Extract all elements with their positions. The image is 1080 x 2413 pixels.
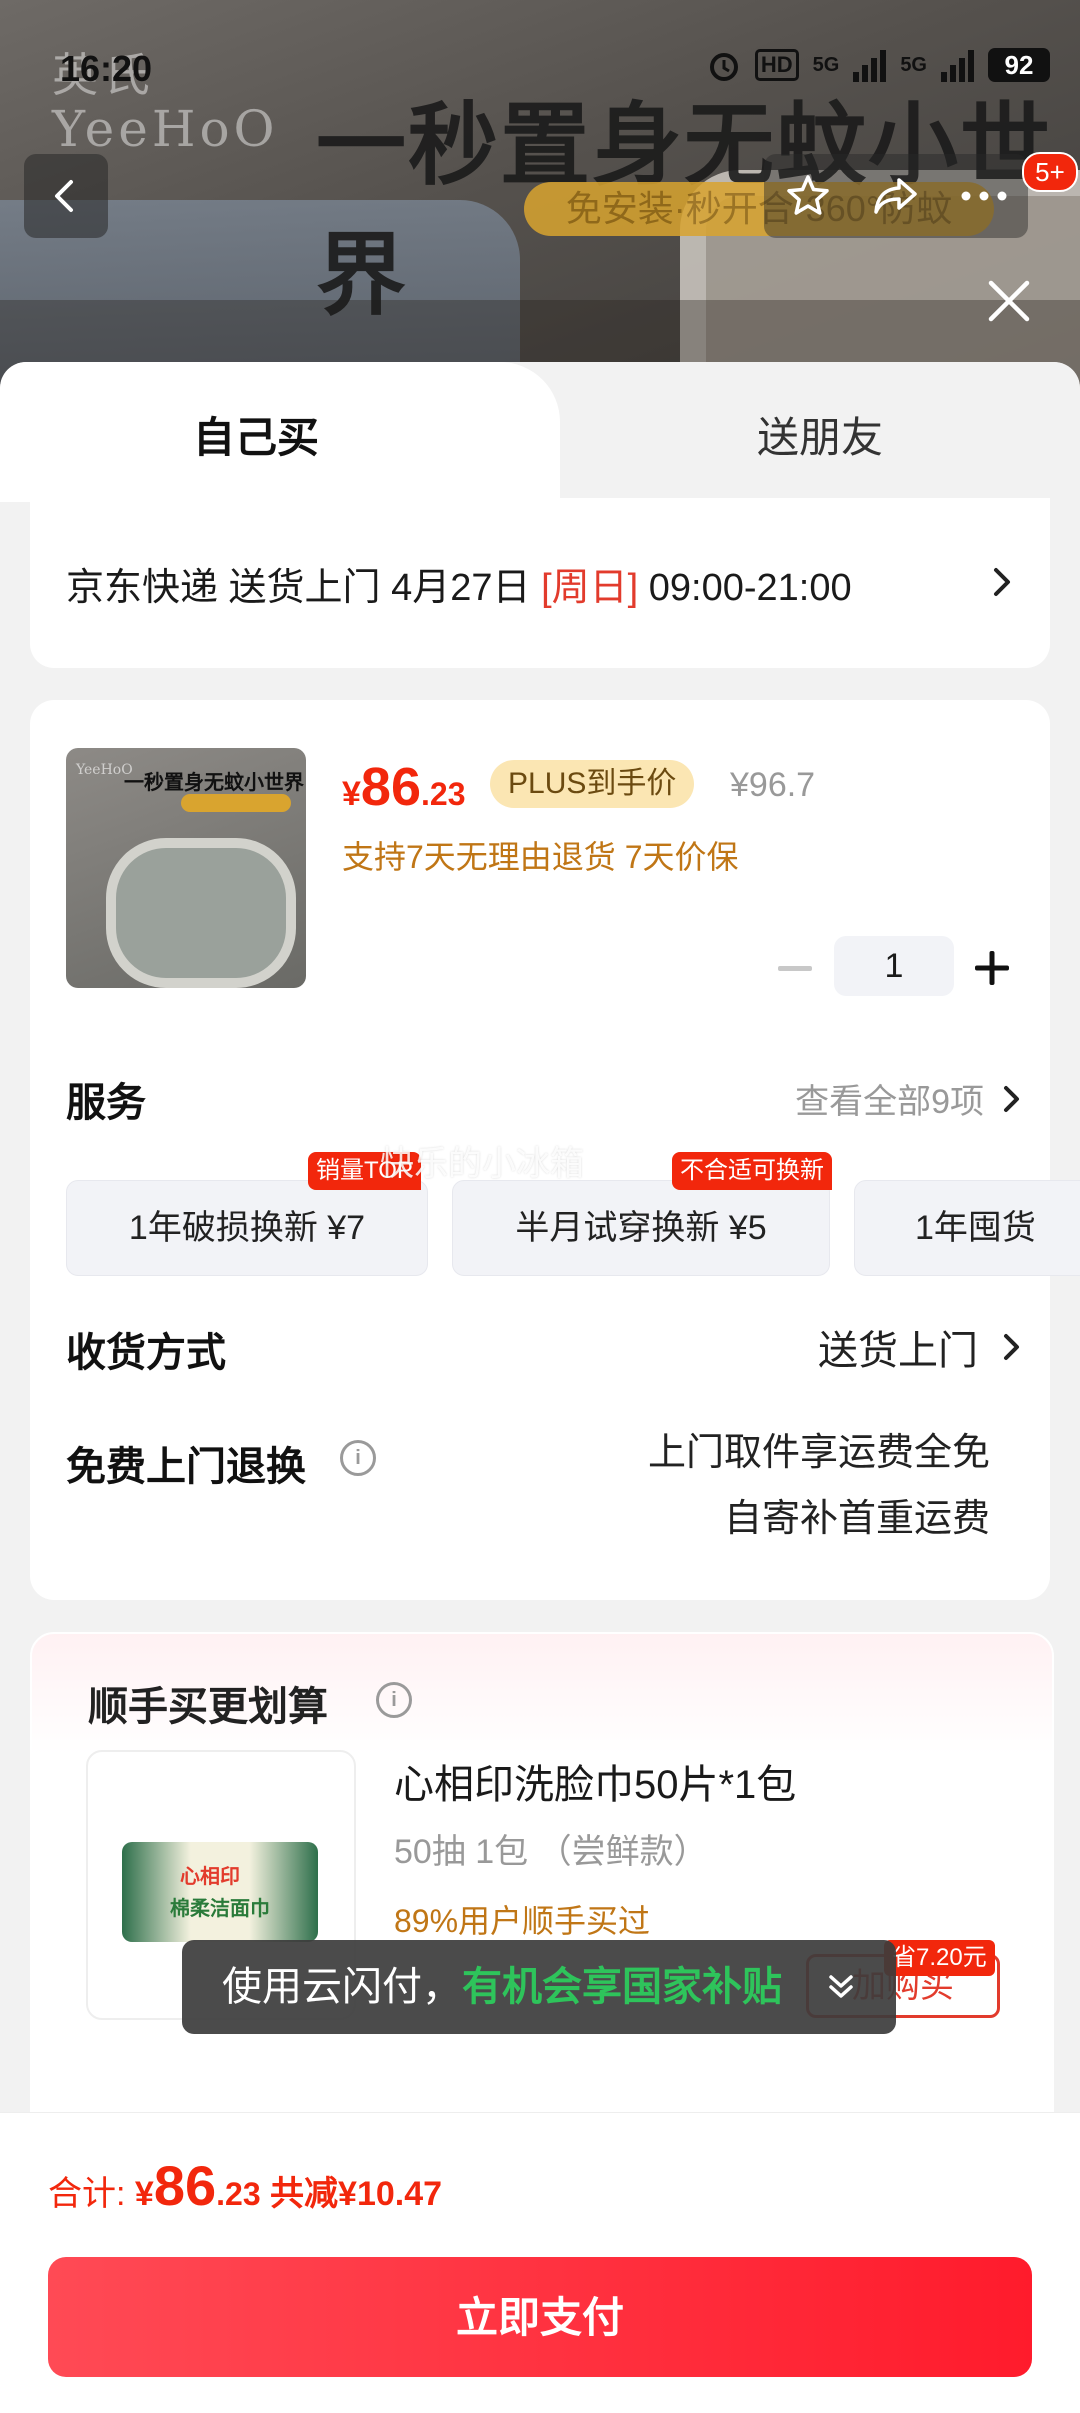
network-label-1: 5G xyxy=(812,53,840,76)
checkout-sheet: 自己买 送朋友 京东快递 送货上门 4月27日 [周日] 09:00-21:00… xyxy=(0,362,1080,2412)
addon-save-tag: 省7.20元 xyxy=(884,1940,995,1976)
addon-thumb-text: 棉柔洁面巾 xyxy=(170,1898,270,1920)
tab-buy-for-self[interactable]: 自己买 xyxy=(0,404,512,465)
share-button[interactable] xyxy=(868,168,924,224)
services-title: 服务 xyxy=(66,1081,146,1125)
product-thumbnail[interactable]: YeeHoO 一秒置身无蚊小世界 xyxy=(66,748,306,988)
more-button[interactable] xyxy=(954,168,1014,224)
receive-method-value: 送货上门 xyxy=(818,1329,978,1373)
chevron-right-icon xyxy=(1004,1085,1019,1112)
addon-product-spec: 50抽 1包 （尝鲜款） xyxy=(394,1833,708,1871)
quantity-increase-button[interactable] xyxy=(964,940,1020,996)
service-item-trial-replace[interactable]: 半月试穿换新 ¥5 xyxy=(452,1180,830,1276)
total-decimal: .23 xyxy=(216,2176,261,2212)
brand-logo-en: YeeHoO xyxy=(52,100,279,158)
chevron-right-icon xyxy=(994,568,1010,596)
back-button[interactable] xyxy=(24,154,108,238)
total-discount: 共减¥10.47 xyxy=(260,2175,443,2213)
plus-price-tag: PLUS到手价 xyxy=(490,760,695,808)
info-icon[interactable]: i xyxy=(376,1682,412,1718)
checkout-bottom-bar: 合计: ¥86.23 共减¥10.47 立即支付 xyxy=(0,2112,1080,2413)
price-decimal: .23 xyxy=(421,776,466,812)
user-watermark: 快乐的小冰箱 xyxy=(380,1145,584,1183)
addon-thumb-brand: 心相印 xyxy=(180,1866,240,1888)
chevron-down-icon xyxy=(829,1975,853,1998)
free-return-line-2: 自寄补首重运费 xyxy=(723,1498,990,1540)
service-item-stockup[interactable]: 1年囤货 xyxy=(854,1180,1080,1276)
total-label: 合计: xyxy=(48,2175,135,2213)
addon-purchase-stat: 89%用户顺手买过 xyxy=(394,1903,651,1939)
free-return-line-1: 上门取件享运费全免 xyxy=(647,1432,990,1474)
addon-title: 顺手买更划算 xyxy=(88,1685,328,1729)
plus-icon xyxy=(975,951,1009,985)
services-view-all[interactable]: 查看全部9项 xyxy=(795,1074,1022,1123)
toast-prefix: 使用云闪付， xyxy=(222,1965,462,2009)
services-view-all-label: 查看全部9项 xyxy=(795,1083,984,1121)
minus-icon xyxy=(778,966,812,971)
star-icon xyxy=(787,175,829,215)
unionpay-toast[interactable]: 使用云闪付，有机会享国家补贴 xyxy=(182,1940,896,2034)
service-item-label: 1年破损换新 ¥7 xyxy=(128,1209,366,1247)
original-price: ¥96.7 xyxy=(730,766,816,804)
toast-highlight: 有机会享国家补贴 xyxy=(462,1965,782,2009)
delivery-card[interactable]: 京东快递 送货上门 4月27日 [周日] 09:00-21:00 xyxy=(30,498,1050,668)
back-arrow-icon xyxy=(55,180,73,212)
receive-method-selector[interactable]: 送货上门 xyxy=(818,1318,1022,1376)
status-icons: HD 5G 5G 92 xyxy=(707,48,1050,82)
addon-product-name[interactable]: 心相印洗脸巾50片*1包 xyxy=(394,1752,796,1810)
delivery-day: [周日] xyxy=(541,567,639,609)
delivery-info: 京东快递 送货上门 4月27日 [周日] 09:00-21:00 xyxy=(66,556,852,611)
share-icon xyxy=(874,178,917,214)
total-integer: 86 xyxy=(153,2154,217,2217)
service-item-label: 半月试穿换新 ¥5 xyxy=(515,1209,767,1247)
price-integer: 86 xyxy=(360,757,421,817)
delivery-time: 09:00-21:00 xyxy=(638,567,852,609)
guarantee-text: 支持7天无理由退货 7天价保 xyxy=(342,839,739,875)
price-symbol: ¥ xyxy=(342,775,361,813)
receive-method-title: 收货方式 xyxy=(66,1331,226,1375)
info-icon[interactable]: i xyxy=(340,1440,376,1476)
signal-icon-2 xyxy=(941,48,974,82)
product-price: ¥86.23 xyxy=(342,756,465,818)
alarm-icon xyxy=(709,53,738,81)
service-item-damage-replace[interactable]: 1年破损换新 ¥7 xyxy=(66,1180,428,1276)
signal-icon-1 xyxy=(853,48,887,82)
tab-send-to-friend[interactable]: 送朋友 xyxy=(560,404,1080,465)
service-badge-fit: 不合适可换新 xyxy=(672,1152,832,1190)
thumb-title: 一秒置身无蚊小世界 xyxy=(124,772,304,794)
cart-count-badge: 5+ xyxy=(1022,152,1078,192)
quantity-input[interactable]: 1 xyxy=(834,936,954,996)
header-action-group xyxy=(764,154,1028,238)
close-button[interactable] xyxy=(974,266,1044,336)
status-time: 16:20 xyxy=(60,48,153,89)
pay-now-button[interactable]: 立即支付 xyxy=(48,2257,1032,2377)
hd-indicator: HD xyxy=(754,49,799,81)
product-card: YeeHoO 一秒置身无蚊小世界 ¥86.23 PLUS到手价 ¥96.7 支持… xyxy=(30,700,1080,1600)
quantity-decrease-button[interactable] xyxy=(770,944,820,994)
thumb-pill-shape xyxy=(181,794,291,812)
total-symbol: ¥ xyxy=(134,2175,154,2213)
service-item-label: 1年囤货 xyxy=(915,1209,1036,1247)
network-label-2: 5G xyxy=(900,53,927,76)
favorite-button[interactable] xyxy=(780,168,836,224)
delivery-prefix: 京东快递 送货上门 4月27日 xyxy=(66,567,542,609)
more-icon xyxy=(961,191,1007,201)
chevron-right-icon xyxy=(1004,1334,1019,1360)
free-return-detail: 上门取件享运费全免 自寄补首重运费 xyxy=(648,1420,990,1552)
total-summary: 合计: ¥86.23 共减¥10.47 xyxy=(48,2153,442,2218)
thumb-crib-shape xyxy=(106,838,296,988)
close-icon xyxy=(988,280,1030,322)
battery-indicator: 92 xyxy=(988,48,1050,82)
free-return-title: 免费上门退换 xyxy=(66,1445,306,1489)
